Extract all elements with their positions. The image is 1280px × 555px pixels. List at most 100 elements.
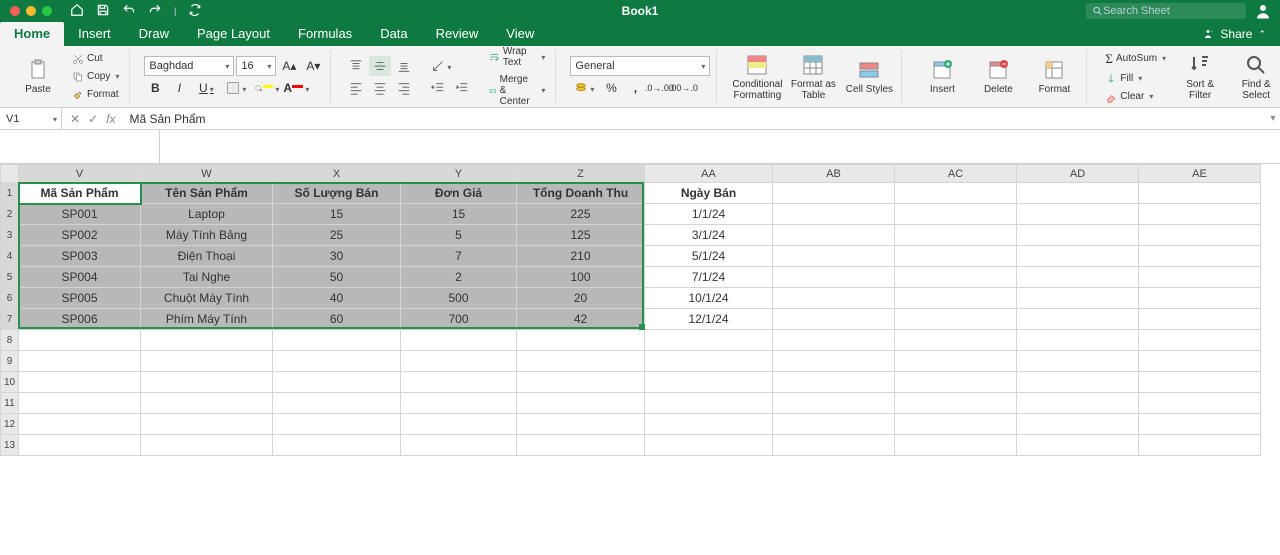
row-header[interactable]: 5 <box>1 267 19 288</box>
paste-button[interactable]: Paste <box>12 50 64 104</box>
merge-center-button[interactable]: Merge & Center <box>485 72 549 109</box>
cell[interactable] <box>1139 183 1261 204</box>
cell[interactable] <box>1139 372 1261 393</box>
cell[interactable] <box>773 330 895 351</box>
cancel-formula-icon[interactable]: ✕ <box>70 112 80 126</box>
column-header-ac[interactable]: AC <box>895 165 1017 183</box>
expand-formula-bar-icon[interactable]: ▾ <box>1266 113 1280 124</box>
cell[interactable]: 3/1/24 <box>645 225 773 246</box>
cell[interactable] <box>1139 246 1261 267</box>
close-window-icon[interactable] <box>10 6 20 16</box>
decrease-indent-icon[interactable] <box>427 78 449 98</box>
cell[interactable] <box>273 351 401 372</box>
formula-input[interactable]: Mã Sản Phẩm <box>123 112 1266 126</box>
find-select-button[interactable]: Find & Select <box>1230 50 1280 104</box>
cell[interactable] <box>773 246 895 267</box>
cell[interactable] <box>895 267 1017 288</box>
cell[interactable]: SP005 <box>19 288 141 309</box>
increase-font-icon[interactable]: A▴ <box>278 56 300 76</box>
cell[interactable] <box>1139 330 1261 351</box>
cell[interactable]: 50 <box>273 267 401 288</box>
cell[interactable]: 7/1/24 <box>645 267 773 288</box>
sync-icon[interactable] <box>188 3 202 20</box>
cell[interactable] <box>273 435 401 456</box>
cell[interactable] <box>773 225 895 246</box>
cell[interactable]: 10/1/24 <box>645 288 773 309</box>
cell[interactable]: Mã Sản Phẩm <box>19 183 141 204</box>
cell[interactable] <box>895 246 1017 267</box>
column-header-x[interactable]: X <box>273 165 401 183</box>
cell[interactable] <box>1017 267 1139 288</box>
cell[interactable] <box>773 414 895 435</box>
row-header[interactable]: 10 <box>1 372 19 393</box>
tab-formulas[interactable]: Formulas <box>284 21 366 46</box>
cell[interactable] <box>645 393 773 414</box>
cell[interactable] <box>401 330 517 351</box>
cell[interactable]: Số Lượng Bán <box>273 183 401 204</box>
cell[interactable] <box>773 288 895 309</box>
cell[interactable] <box>895 414 1017 435</box>
fill-color-button[interactable] <box>252 78 280 98</box>
font-color-button[interactable]: A <box>282 78 310 98</box>
name-box[interactable]: V1 <box>0 108 62 129</box>
cut-button[interactable]: Cut <box>68 51 123 67</box>
decrease-font-icon[interactable]: A▾ <box>302 56 324 76</box>
cell[interactable] <box>1139 435 1261 456</box>
column-header-ab[interactable]: AB <box>773 165 895 183</box>
cell[interactable] <box>141 351 273 372</box>
increase-decimal-icon[interactable]: .0→.00 <box>648 78 670 98</box>
cell[interactable] <box>773 267 895 288</box>
cell[interactable] <box>645 435 773 456</box>
cell[interactable] <box>895 288 1017 309</box>
column-header-ad[interactable]: AD <box>1017 165 1139 183</box>
cell[interactable] <box>401 351 517 372</box>
search-input[interactable] <box>1103 5 1240 17</box>
cell[interactable]: 210 <box>517 246 645 267</box>
align-right-icon[interactable] <box>393 78 415 98</box>
cell[interactable] <box>517 330 645 351</box>
cell[interactable]: Laptop <box>141 204 273 225</box>
minimize-window-icon[interactable] <box>26 6 36 16</box>
delete-cells-button[interactable]: Delete <box>972 50 1024 104</box>
cell-styles-button[interactable]: Cell Styles <box>843 50 895 104</box>
cell[interactable] <box>773 351 895 372</box>
cell[interactable]: 225 <box>517 204 645 225</box>
cell[interactable] <box>517 351 645 372</box>
cell[interactable] <box>1017 225 1139 246</box>
row-header[interactable]: 4 <box>1 246 19 267</box>
cell[interactable] <box>1139 225 1261 246</box>
cell[interactable] <box>1017 414 1139 435</box>
cell[interactable]: SP003 <box>19 246 141 267</box>
cell[interactable] <box>401 414 517 435</box>
row-header[interactable]: 2 <box>1 204 19 225</box>
borders-button[interactable] <box>222 78 250 98</box>
tab-home[interactable]: Home <box>0 21 64 46</box>
row-header[interactable]: 9 <box>1 351 19 372</box>
cell[interactable] <box>773 309 895 330</box>
underline-button[interactable]: U <box>192 78 220 98</box>
cell[interactable] <box>1017 393 1139 414</box>
select-all-corner[interactable] <box>1 165 19 183</box>
cell[interactable]: Tên Sản Phẩm <box>141 183 273 204</box>
cell[interactable] <box>19 330 141 351</box>
cell[interactable] <box>141 330 273 351</box>
cell[interactable] <box>1017 204 1139 225</box>
cell[interactable] <box>895 309 1017 330</box>
format-cells-button[interactable]: Format <box>1028 50 1080 104</box>
cell[interactable] <box>141 414 273 435</box>
cell[interactable] <box>895 393 1017 414</box>
cell[interactable] <box>895 330 1017 351</box>
cell[interactable]: 5/1/24 <box>645 246 773 267</box>
tab-review[interactable]: Review <box>422 21 493 46</box>
cell[interactable]: Đơn Giá <box>401 183 517 204</box>
cell[interactable]: 40 <box>273 288 401 309</box>
fx-icon[interactable]: fx <box>106 112 115 126</box>
zoom-window-icon[interactable] <box>42 6 52 16</box>
cell[interactable] <box>1139 288 1261 309</box>
undo-icon[interactable] <box>122 3 136 20</box>
bold-button[interactable]: B <box>144 78 166 98</box>
cell[interactable] <box>773 393 895 414</box>
format-as-table-button[interactable]: Format as Table <box>787 50 839 104</box>
cell[interactable] <box>19 393 141 414</box>
cell[interactable] <box>773 372 895 393</box>
